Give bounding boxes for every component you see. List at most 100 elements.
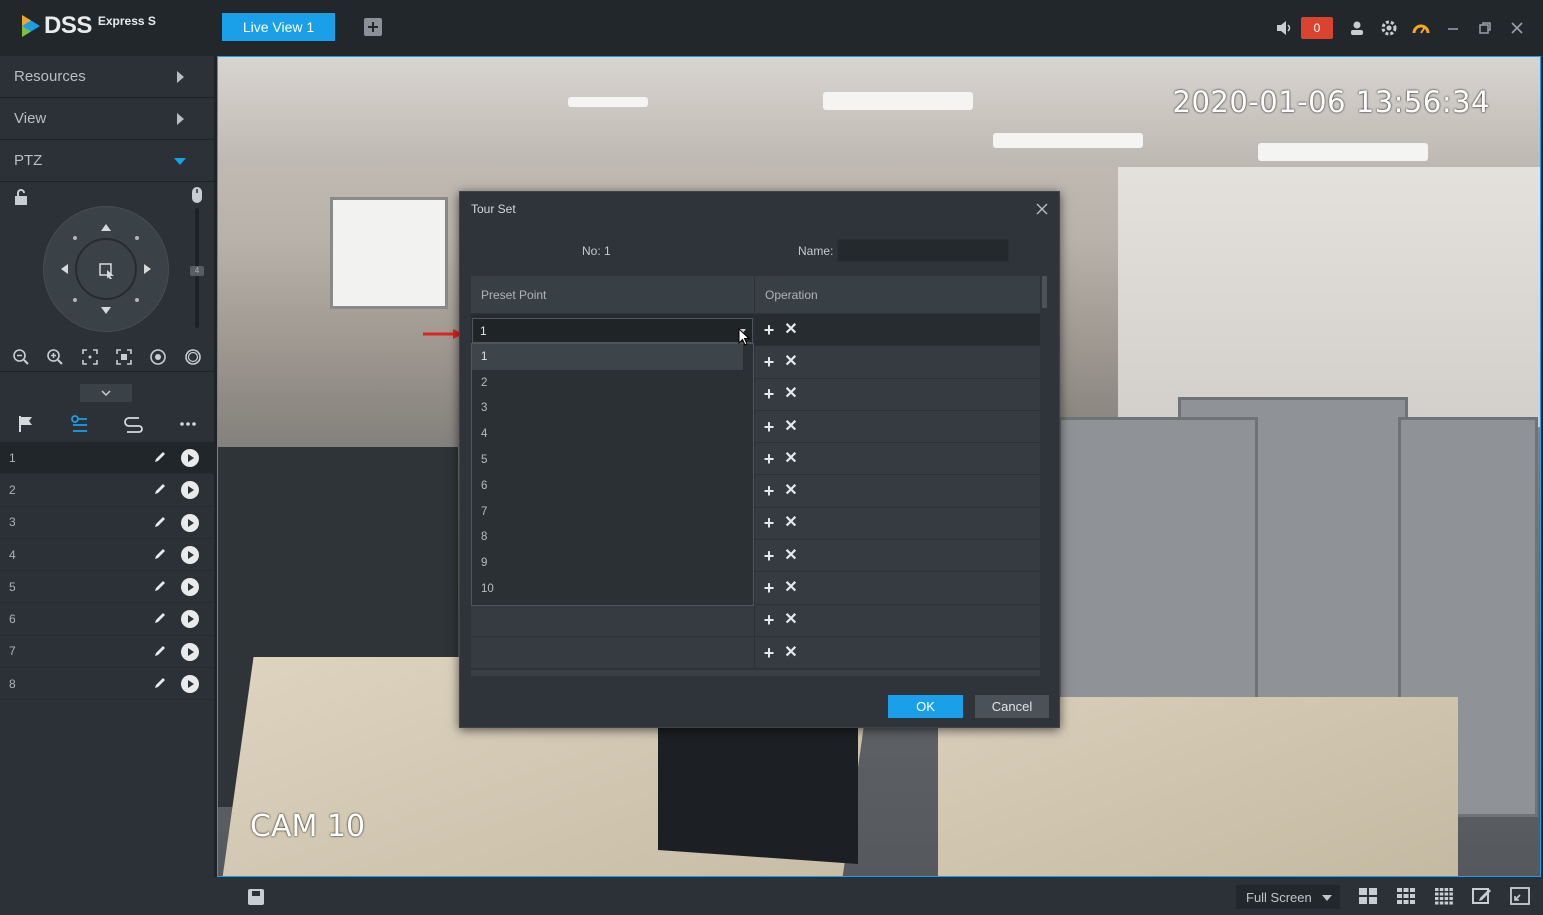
add-icon[interactable]: +: [761, 353, 777, 371]
delete-icon[interactable]: ✕: [783, 515, 799, 531]
dropdown-option[interactable]: 8: [472, 525, 753, 551]
play-icon[interactable]: [181, 578, 199, 597]
list-item[interactable]: 6: [0, 603, 214, 636]
dropdown-option[interactable]: 3: [472, 396, 753, 422]
list-item[interactable]: 8: [0, 668, 214, 701]
minimize-icon[interactable]: [1437, 14, 1469, 42]
play-icon[interactable]: [181, 481, 199, 500]
play-icon[interactable]: [181, 610, 199, 629]
dropdown-option[interactable]: 10: [472, 576, 753, 602]
more-icon[interactable]: [178, 414, 198, 434]
play-icon[interactable]: [181, 545, 199, 564]
list-item[interactable]: 7: [0, 636, 214, 669]
performance-gauge-icon[interactable]: [1405, 14, 1437, 42]
focus-far-icon[interactable]: [81, 348, 99, 366]
add-icon[interactable]: +: [761, 514, 777, 532]
delete-icon[interactable]: ✕: [783, 418, 799, 435]
focus-near-icon[interactable]: [115, 348, 133, 366]
screen-mode-select[interactable]: Full Screen: [1236, 885, 1340, 909]
preset-point-select[interactable]: 1: [472, 318, 753, 343]
delete-icon[interactable]: ✕: [783, 644, 799, 661]
add-tab-icon[interactable]: [364, 18, 382, 36]
pattern-icon[interactable]: [123, 414, 145, 434]
cancel-button[interactable]: Cancel: [975, 695, 1049, 718]
restore-window-icon[interactable]: [1469, 14, 1501, 42]
iris-icon[interactable]: [149, 348, 167, 366]
edit-pencil-icon[interactable]: [153, 515, 167, 529]
dropdown-option[interactable]: 4: [472, 421, 753, 447]
dropdown-option[interactable]: 9: [472, 550, 753, 576]
layout-4-icon[interactable]: [1358, 887, 1378, 905]
add-icon[interactable]: +: [761, 547, 777, 565]
save-icon[interactable]: [248, 889, 264, 905]
delete-icon[interactable]: ✕: [783, 353, 799, 370]
grid-scrollbar[interactable]: [1042, 276, 1047, 308]
user-icon[interactable]: [1341, 14, 1373, 42]
delete-icon[interactable]: ✕: [783, 450, 799, 467]
dropdown-option[interactable]: 7: [472, 499, 753, 525]
iris-close-icon[interactable]: [184, 348, 202, 366]
play-icon[interactable]: [181, 642, 199, 661]
tour-icon[interactable]: [69, 414, 91, 434]
preset-flag-icon[interactable]: [16, 414, 36, 434]
edit-pencil-icon[interactable]: [153, 547, 167, 561]
add-icon[interactable]: +: [761, 450, 777, 468]
sidebar-item-view[interactable]: View: [0, 98, 214, 140]
delete-icon[interactable]: ✕: [783, 612, 799, 628]
add-icon[interactable]: +: [761, 418, 777, 436]
sidebar-item-resources[interactable]: Resources: [0, 56, 214, 98]
list-item[interactable]: 5: [0, 571, 214, 604]
collapse-ptz-button[interactable]: [80, 384, 132, 402]
dropdown-option[interactable]: 2: [472, 370, 753, 396]
add-icon[interactable]: +: [761, 611, 777, 629]
grid-horizontal-scrollbar[interactable]: [471, 670, 1040, 676]
play-icon[interactable]: [181, 449, 199, 467]
list-item[interactable]: 1: [0, 442, 214, 475]
dropdown-option[interactable]: 5: [472, 447, 753, 473]
ok-button[interactable]: OK: [888, 695, 963, 718]
dropdown-option[interactable]: 6: [472, 473, 753, 499]
edit-pencil-icon[interactable]: [153, 611, 167, 625]
list-item[interactable]: 4: [0, 539, 214, 572]
delete-icon[interactable]: ✕: [783, 547, 799, 564]
tab-live-view-1[interactable]: Live View 1: [222, 13, 335, 41]
preset-cell[interactable]: [471, 604, 755, 636]
close-window-icon[interactable]: [1501, 14, 1533, 42]
edit-pencil-icon[interactable]: [153, 450, 167, 464]
delete-icon[interactable]: ✕: [783, 483, 799, 499]
delete-icon[interactable]: ✕: [783, 386, 799, 402]
alarm-count-badge[interactable]: 0: [1301, 17, 1333, 39]
edit-pencil-icon[interactable]: [153, 676, 167, 690]
zoom-in-icon[interactable]: [46, 348, 64, 366]
play-icon[interactable]: [181, 675, 199, 694]
add-icon[interactable]: +: [761, 321, 777, 339]
edit-pencil-icon[interactable]: [153, 579, 167, 593]
tour-name-input[interactable]: [837, 239, 1009, 262]
add-icon[interactable]: +: [761, 644, 777, 662]
fullscreen-icon[interactable]: [1510, 887, 1530, 905]
add-icon[interactable]: +: [761, 482, 777, 500]
settings-gear-icon[interactable]: [1373, 14, 1405, 42]
custom-layout-icon[interactable]: [1472, 887, 1492, 905]
preset-cell[interactable]: [471, 636, 755, 669]
play-icon[interactable]: [181, 513, 199, 532]
sidebar-item-ptz[interactable]: PTZ: [0, 140, 214, 182]
delete-icon[interactable]: ✕: [783, 580, 799, 596]
ptz-speed-thumb[interactable]: 4: [190, 266, 204, 276]
delete-icon[interactable]: ✕: [783, 321, 799, 338]
add-icon[interactable]: +: [761, 579, 777, 597]
edit-pencil-icon[interactable]: [153, 482, 167, 496]
dropdown-scrollbar[interactable]: [744, 344, 753, 605]
close-icon[interactable]: [1035, 202, 1049, 216]
mouse-icon[interactable]: [190, 186, 204, 204]
dropdown-option[interactable]: 1: [472, 344, 743, 370]
edit-pencil-icon[interactable]: [153, 644, 167, 658]
zoom-out-icon[interactable]: [12, 348, 30, 366]
list-item[interactable]: 3: [0, 507, 214, 539]
layout-16-icon[interactable]: [1434, 887, 1454, 905]
layout-9-icon[interactable]: [1396, 887, 1416, 905]
list-item[interactable]: 2: [0, 474, 214, 507]
add-icon[interactable]: +: [761, 385, 777, 403]
volume-icon[interactable]: [1269, 14, 1301, 42]
unlock-icon[interactable]: [12, 188, 30, 206]
